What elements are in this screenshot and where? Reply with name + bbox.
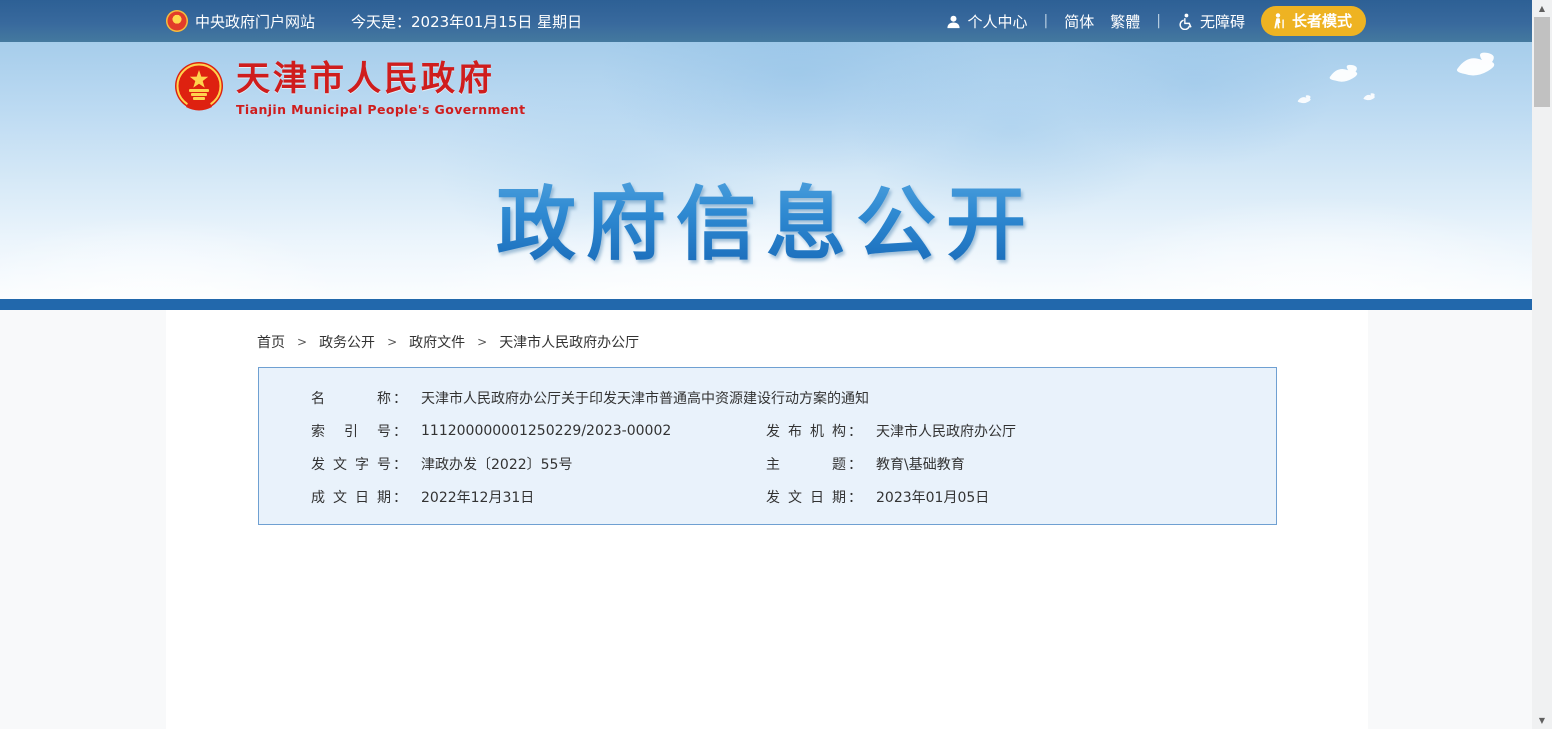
page: 中央政府门户网站 今天是：2023年01月15日 星期日 个人中心 | 简体 繁… xyxy=(0,0,1552,729)
doc-value-written-date: 2022年12月31日 xyxy=(421,487,534,507)
topbar-separator: | xyxy=(1156,13,1161,29)
colon: ： xyxy=(393,421,407,441)
doc-field-issue-date: 发文日期 ： 2023年01月05日 xyxy=(766,487,989,507)
breadcrumb-current: 天津市人民政府办公厅 xyxy=(499,332,639,352)
breadcrumb-separator: > xyxy=(387,335,397,349)
viewport: 中央政府门户网站 今天是：2023年01月15日 星期日 个人中心 | 简体 繁… xyxy=(0,0,1532,729)
site-name: 天津市人民政府 xyxy=(236,60,525,99)
doc-label-title: 名称 xyxy=(311,388,391,408)
vertical-scrollbar[interactable]: ▲ ▼ xyxy=(1532,0,1552,729)
doc-value-issue-date: 2023年01月05日 xyxy=(876,487,989,507)
doc-value-title: 天津市人民政府办公厅关于印发天津市普通高中资源建设行动方案的通知 xyxy=(421,388,869,408)
banner-divider-bar xyxy=(0,299,1532,310)
topbar-inner: 中央政府门户网站 今天是：2023年01月15日 星期日 个人中心 | 简体 繁… xyxy=(166,0,1366,42)
breadcrumb: 首页 > 政务公开 > 政府文件 > 天津市人民政府办公厅 xyxy=(257,332,639,352)
central-gov-portal-link[interactable]: 中央政府门户网站 xyxy=(166,10,315,32)
site-name-en: Tianjin Municipal People's Government xyxy=(236,102,525,117)
main-content: 首页 > 政务公开 > 政府文件 > 天津市人民政府办公厅 名称 ： 天津市人民… xyxy=(166,310,1368,729)
topbar: 中央政府门户网站 今天是：2023年01月15日 星期日 个人中心 | 简体 繁… xyxy=(0,0,1532,42)
scrollbar-down-arrow-icon[interactable]: ▼ xyxy=(1532,712,1552,729)
breadcrumb-home[interactable]: 首页 xyxy=(257,332,285,352)
doc-label-issue-date: 发文日期 xyxy=(766,487,846,507)
doc-label-subject: 主题 xyxy=(766,454,846,474)
national-emblem-icon xyxy=(166,10,188,32)
doc-value-index-number: 111200000001250229/2023-00002 xyxy=(421,423,671,439)
dove-icon xyxy=(1362,92,1376,102)
doc-label-index-number: 索引号 xyxy=(311,421,391,441)
doc-row-doc-number: 发文字号 ： 津政办发〔2022〕55号 主题 ： 教育\基础教育 xyxy=(311,447,1276,480)
wheelchair-icon xyxy=(1177,13,1194,30)
page-title: 政府信息公开 xyxy=(496,160,1036,276)
doc-field-index-number: 索引号 ： 111200000001250229/2023-00002 xyxy=(311,421,766,441)
topbar-left: 中央政府门户网站 今天是：2023年01月15日 星期日 xyxy=(166,10,582,32)
doc-value-issuing-agency: 天津市人民政府办公厅 xyxy=(876,421,1016,441)
doc-label-written-date: 成文日期 xyxy=(311,487,391,507)
logo-text: 天津市人民政府 Tianjin Municipal People's Gover… xyxy=(236,60,525,117)
banner: 天津市人民政府 Tianjin Municipal People's Gover… xyxy=(0,42,1532,299)
traditional-chinese-link[interactable]: 繁體 xyxy=(1110,11,1140,32)
breadcrumb-separator: > xyxy=(477,335,487,349)
doc-field-title: 名称 ： 天津市人民政府办公厅关于印发天津市普通高中资源建设行动方案的通知 xyxy=(311,388,869,408)
banner-title-wrap: 政府信息公开 xyxy=(0,160,1532,276)
elder-mode-label: 长者模式 xyxy=(1292,10,1352,31)
colon: ： xyxy=(848,421,862,441)
doc-row-title: 名称 ： 天津市人民政府办公厅关于印发天津市普通高中资源建设行动方案的通知 xyxy=(311,381,1276,414)
scrollbar-up-arrow-icon[interactable]: ▲ xyxy=(1532,0,1552,17)
colon: ： xyxy=(393,454,407,474)
user-icon xyxy=(946,14,961,29)
breadcrumb-government-documents[interactable]: 政府文件 xyxy=(409,332,465,352)
central-gov-portal-label: 中央政府门户网站 xyxy=(195,11,315,32)
doc-field-written-date: 成文日期 ： 2022年12月31日 xyxy=(311,487,766,507)
doc-label-issuing-agency: 发布机构 xyxy=(766,421,846,441)
colon: ： xyxy=(393,487,407,507)
personal-center-label: 个人中心 xyxy=(967,11,1027,32)
breadcrumb-separator: > xyxy=(297,335,307,349)
elder-person-icon xyxy=(1272,13,1286,29)
elder-mode-button[interactable]: 长者模式 xyxy=(1261,6,1366,36)
dove-icon xyxy=(1452,50,1498,80)
dove-icon xyxy=(1326,62,1360,86)
simplified-chinese-link[interactable]: 简体 xyxy=(1064,11,1094,32)
tianjin-gov-emblem-icon xyxy=(172,60,226,114)
doc-row-index: 索引号 ： 111200000001250229/2023-00002 发布机构… xyxy=(311,414,1276,447)
doc-label-document-number: 发文字号 xyxy=(311,454,391,474)
breadcrumb-government-affairs[interactable]: 政务公开 xyxy=(319,332,375,352)
doc-field-document-number: 发文字号 ： 津政办发〔2022〕55号 xyxy=(311,454,766,474)
colon: ： xyxy=(848,454,862,474)
document-info-box: 名称 ： 天津市人民政府办公厅关于印发天津市普通高中资源建设行动方案的通知 索引… xyxy=(258,367,1277,525)
doc-value-subject: 教育\基础教育 xyxy=(876,454,965,474)
colon: ： xyxy=(393,388,407,408)
personal-center-link[interactable]: 个人中心 xyxy=(946,11,1027,32)
doc-field-subject: 主题 ： 教育\基础教育 xyxy=(766,454,965,474)
doc-value-document-number: 津政办发〔2022〕55号 xyxy=(421,454,572,474)
site-logo[interactable]: 天津市人民政府 Tianjin Municipal People's Gover… xyxy=(172,60,525,117)
colon: ： xyxy=(848,487,862,507)
topbar-separator: | xyxy=(1044,13,1049,29)
scrollbar-thumb[interactable] xyxy=(1534,17,1550,107)
accessibility-link[interactable]: 无障碍 xyxy=(1177,11,1245,32)
doc-row-dates: 成文日期 ： 2022年12月31日 发文日期 ： 2023年01月05日 xyxy=(311,480,1276,513)
topbar-right: 个人中心 | 简体 繁體 | 无障碍 xyxy=(946,6,1366,36)
doc-field-issuing-agency: 发布机构 ： 天津市人民政府办公厅 xyxy=(766,421,1016,441)
accessibility-label: 无障碍 xyxy=(1200,11,1245,32)
current-date-text: 今天是：2023年01月15日 星期日 xyxy=(351,11,582,32)
dove-icon xyxy=(1296,94,1312,105)
